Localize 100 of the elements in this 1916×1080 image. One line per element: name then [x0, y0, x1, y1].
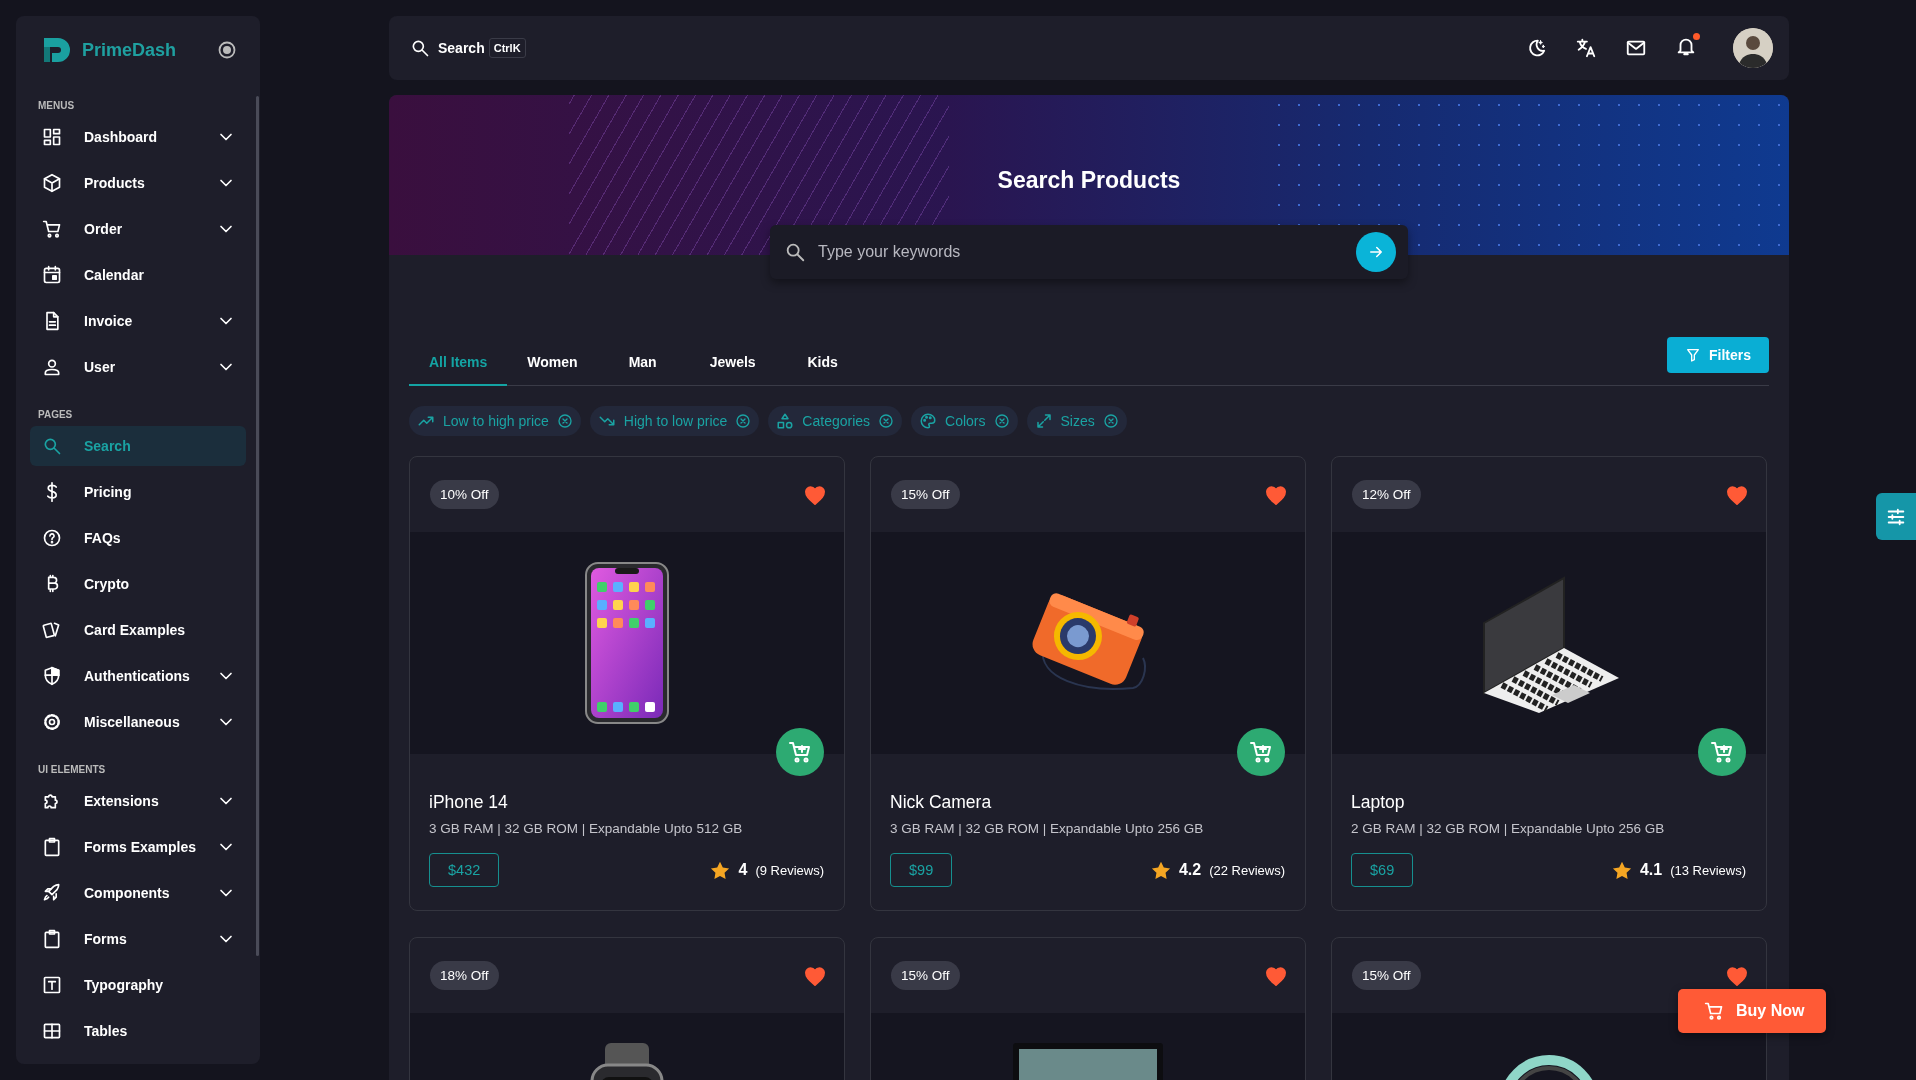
- sidebar-item[interactable]: Order: [30, 209, 246, 249]
- keyword-input[interactable]: Type your keywords: [816, 242, 1346, 262]
- add-to-cart-button[interactable]: [1237, 728, 1285, 776]
- heart-icon[interactable]: [1265, 965, 1287, 986]
- sidebar-item[interactable]: Card Examples: [30, 610, 246, 650]
- heart-icon[interactable]: [1265, 484, 1287, 505]
- logo-icon: [42, 36, 72, 64]
- filter-chip[interactable]: Categories: [768, 406, 903, 436]
- page-title: Search Products: [997, 167, 1181, 195]
- add-to-cart-button[interactable]: [776, 728, 824, 776]
- sidebar-item[interactable]: Pricing: [30, 472, 246, 512]
- category-tab[interactable]: Man: [597, 339, 688, 386]
- category-tab[interactable]: All Items: [409, 339, 508, 386]
- cart-plus-icon: [788, 740, 812, 764]
- star-icon: [1611, 860, 1632, 880]
- cart-plus-icon: [1249, 740, 1273, 764]
- sidebar-item[interactable]: Crypto: [30, 564, 246, 604]
- heart-icon[interactable]: [1726, 965, 1748, 986]
- search-button[interactable]: Search: [410, 38, 485, 58]
- heart-icon[interactable]: [804, 965, 826, 986]
- price-tag[interactable]: $69: [1351, 853, 1414, 887]
- cards-icon: [42, 620, 62, 640]
- brand-name: PrimeDash: [82, 39, 178, 61]
- cart-plus-icon: [1710, 740, 1734, 764]
- filter-chip[interactable]: High to low price: [589, 406, 760, 436]
- sidebar-item[interactable]: Dashboard: [30, 117, 246, 157]
- funnel-icon: [1685, 347, 1701, 363]
- expand-icon: [1034, 412, 1053, 430]
- scrollbar[interactable]: [256, 96, 259, 956]
- close-icon[interactable]: [556, 413, 573, 429]
- shapes-icon: [776, 412, 795, 430]
- sidebar-item[interactable]: Tables: [30, 1011, 246, 1051]
- category-tab[interactable]: Women: [507, 339, 598, 386]
- close-icon[interactable]: [1102, 413, 1119, 429]
- add-to-cart-button[interactable]: [1698, 728, 1746, 776]
- search-icon: [42, 436, 62, 456]
- review-count: (9 Reviews): [755, 862, 824, 878]
- review-count: (13 Reviews): [1670, 862, 1746, 878]
- search-icon: [410, 38, 430, 58]
- search-icon: [784, 241, 806, 263]
- review-count: (22 Reviews): [1209, 862, 1285, 878]
- discount-badge: 12% Off: [1352, 480, 1421, 509]
- section-label: MENUS: [37, 99, 76, 113]
- star-icon: [1150, 860, 1171, 880]
- price-tag[interactable]: $99: [890, 853, 953, 887]
- rocket-icon: [42, 883, 62, 903]
- product-specs: 3 GB RAM | 32 GB ROM | Expandable Upto 512 GB: [429, 821, 744, 836]
- category-tab[interactable]: Kids: [777, 339, 868, 386]
- sidebar-item[interactable]: Search: [30, 426, 246, 466]
- radio-toggle-icon[interactable]: [218, 41, 236, 59]
- sidebar-item[interactable]: Invoice: [30, 301, 246, 341]
- keyword-search-field[interactable]: Type your keywords: [770, 225, 1408, 279]
- sidebar-item[interactable]: FAQs: [30, 518, 246, 558]
- sidebar-item[interactable]: Components: [30, 873, 246, 913]
- product-specs: 3 GB RAM | 32 GB ROM | Expandable Upto 256 GB: [890, 821, 1205, 836]
- translate-icon[interactable]: [1575, 37, 1597, 59]
- rating-value: 4: [738, 861, 748, 879]
- cart-icon: [42, 219, 62, 239]
- text-box-icon: [42, 975, 62, 995]
- filter-chip[interactable]: Colors: [911, 406, 1018, 436]
- keyboard-shortcut: CtrlK: [488, 38, 526, 58]
- discount-badge: 10% Off: [430, 480, 499, 509]
- sidebar-item[interactable]: Authentications: [30, 656, 246, 696]
- gear-icon: [42, 712, 62, 732]
- sidebar-item[interactable]: Calendar: [30, 255, 246, 295]
- help-circle-icon: [42, 528, 62, 548]
- filter-chip[interactable]: Sizes: [1026, 406, 1127, 436]
- close-icon[interactable]: [735, 413, 752, 429]
- cart-icon: [1704, 1001, 1724, 1021]
- sidebar-item[interactable]: Products: [30, 163, 246, 203]
- close-icon[interactable]: [878, 413, 895, 429]
- filter-chip[interactable]: Low to high price: [409, 406, 581, 436]
- sidebar-item[interactable]: Miscellaneous: [30, 702, 246, 742]
- shield-icon: [42, 666, 62, 686]
- palette-icon: [919, 412, 938, 430]
- discount-badge: 15% Off: [891, 480, 960, 509]
- product-specs: 2 GB RAM | 32 GB ROM | Expandable Upto 256 GB: [1351, 821, 1666, 836]
- category-tab[interactable]: Jewels: [687, 339, 778, 386]
- discount-badge: 15% Off: [1352, 961, 1421, 990]
- product-name: Nick Camera: [890, 792, 993, 813]
- settings-tab-button[interactable]: [1876, 493, 1916, 540]
- heart-icon[interactable]: [804, 484, 826, 505]
- rating-value: 4.2: [1178, 861, 1202, 879]
- calendar-icon: [42, 265, 62, 285]
- sidebar-item[interactable]: Forms Examples: [30, 827, 246, 867]
- sidebar-item[interactable]: Extensions: [30, 781, 246, 821]
- cube-icon: [42, 173, 62, 193]
- sidebar-item[interactable]: Typography: [30, 965, 246, 1005]
- heart-icon[interactable]: [1726, 484, 1748, 505]
- discount-badge: 15% Off: [891, 961, 960, 990]
- section-label: PAGES: [37, 408, 74, 422]
- sidebar-item[interactable]: Forms: [30, 919, 246, 959]
- clipboard-icon: [42, 929, 62, 949]
- discount-badge: 18% Off: [430, 961, 499, 990]
- search-submit-button[interactable]: [1356, 232, 1396, 272]
- avatar[interactable]: [1733, 28, 1773, 68]
- price-tag[interactable]: $432: [429, 853, 500, 887]
- close-icon[interactable]: [993, 413, 1010, 429]
- table-icon: [42, 1021, 62, 1041]
- sidebar-item[interactable]: User: [30, 347, 246, 387]
